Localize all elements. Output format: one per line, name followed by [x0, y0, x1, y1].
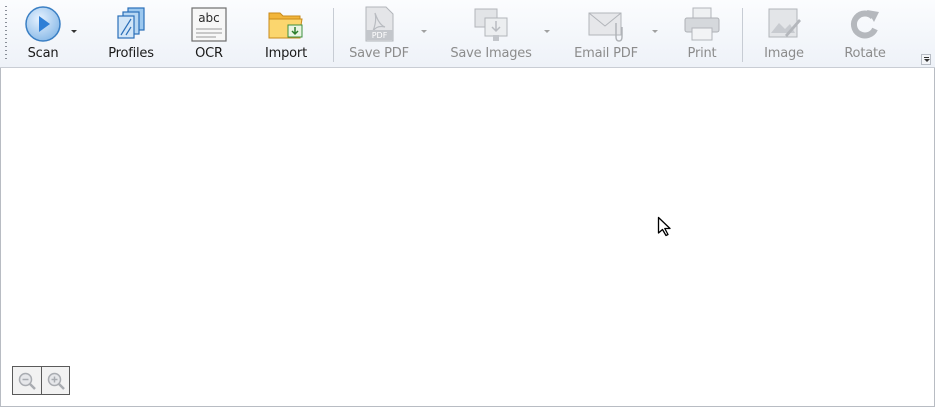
email-pdf-dropdown-arrow[interactable] — [652, 30, 658, 33]
profiles-label: Profiles — [108, 46, 154, 61]
save-images-label: Save Images — [450, 46, 532, 61]
scan-button[interactable]: Scan — [22, 0, 64, 68]
toolbar-separator — [742, 8, 743, 62]
save-pdf-label: Save PDF — [349, 46, 409, 61]
import-button[interactable]: Import — [259, 0, 313, 68]
zoom-in-button[interactable] — [41, 367, 69, 394]
email-pdf-icon — [586, 4, 626, 44]
zoom-out-button[interactable] — [13, 367, 41, 394]
image-icon — [764, 4, 804, 44]
mouse-cursor-icon — [657, 216, 671, 237]
save-pdf-button[interactable]: PDF Save PDF — [345, 0, 413, 68]
save-pdf-icon: PDF — [359, 4, 399, 44]
image-label: Image — [764, 46, 804, 61]
zoom-controls — [12, 366, 70, 395]
import-icon — [266, 4, 306, 44]
scan-label: Scan — [27, 46, 59, 61]
save-images-dropdown-arrow[interactable] — [544, 30, 550, 33]
import-label: Import — [265, 46, 307, 61]
toolbar-grip[interactable] — [5, 6, 7, 62]
scan-dropdown-arrow[interactable] — [71, 30, 77, 33]
scan-icon — [23, 4, 63, 44]
ocr-button[interactable]: abc OCR — [185, 0, 233, 68]
main-toolbar: Scan Profiles abc OCR Import PDF Save PD… — [0, 0, 935, 68]
profiles-icon — [111, 4, 151, 44]
zoom-in-icon — [47, 372, 65, 390]
save-images-button[interactable]: Save Images — [445, 0, 537, 68]
email-pdf-label: Email PDF — [574, 46, 638, 61]
print-button[interactable]: Print — [680, 0, 724, 68]
image-button[interactable]: Image — [760, 0, 808, 68]
ocr-label: OCR — [195, 46, 223, 61]
email-pdf-button[interactable]: Email PDF — [568, 0, 644, 68]
save-pdf-icon-text: PDF — [372, 31, 388, 40]
rotate-icon — [845, 4, 885, 44]
ocr-icon-text: abc — [198, 11, 220, 25]
rotate-label: Rotate — [844, 46, 886, 61]
image-viewer-area[interactable] — [0, 68, 935, 407]
rotate-button[interactable]: Rotate — [840, 0, 890, 68]
ocr-icon: abc — [189, 4, 229, 44]
profiles-button[interactable]: Profiles — [104, 0, 158, 68]
save-pdf-dropdown-arrow[interactable] — [421, 30, 427, 33]
print-icon — [682, 4, 722, 44]
toolbar-separator — [333, 8, 334, 62]
save-images-icon — [471, 4, 511, 44]
zoom-out-icon — [18, 372, 36, 390]
print-label: Print — [687, 46, 717, 61]
toolbar-overflow-button[interactable] — [921, 54, 931, 65]
